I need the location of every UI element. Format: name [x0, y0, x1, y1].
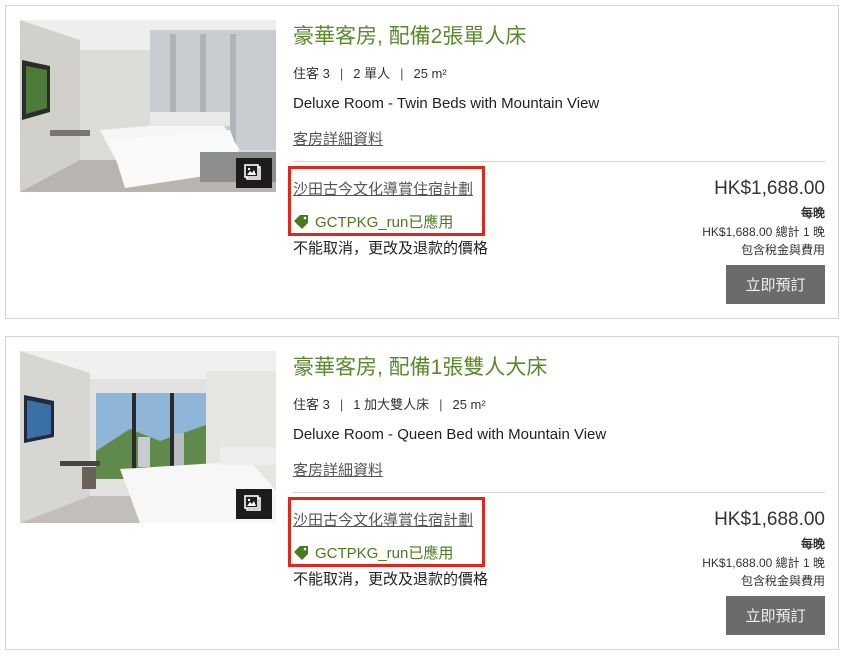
- book-now-button[interactable]: 立即預訂: [726, 265, 825, 304]
- spec-separator: |: [339, 66, 344, 81]
- tag-icon: [294, 545, 308, 560]
- promo-applied: GCTPKG_run已應用: [293, 542, 453, 563]
- rate-plan-link[interactable]: 沙田古今文化導賞住宿計劃: [293, 178, 473, 199]
- room-info: 豪華客房, 配備1張雙人大床 住客 3 | 1 加大雙人床 | 25 m² Deluxe…: [288, 337, 825, 649]
- cancellation-note: 不能取消，更改及退款的價格: [293, 571, 489, 588]
- gallery-button[interactable]: [236, 158, 272, 188]
- room-info: 豪華客房, 配備2張單人床 住客 3 | 2 單人 | 25 m² Deluxe Roo…: [288, 6, 825, 318]
- room-specs: 住客 3 | 1 加大雙人床 | 25 m²: [293, 394, 486, 413]
- price-amount: HK$1,688.00: [714, 178, 825, 199]
- tax-note: 包含稅金與費用: [740, 243, 825, 257]
- price-amount: HK$1,688.00: [714, 509, 825, 530]
- room-details-link[interactable]: 客房詳細資料: [293, 128, 383, 149]
- room-specs: 住客 3 | 2 單人 | 25 m²: [293, 63, 447, 82]
- room-size: 25 m²: [413, 66, 447, 81]
- spec-separator: |: [439, 397, 443, 412]
- tax-note: 包含稅金與費用: [740, 574, 825, 588]
- rate-plan-link[interactable]: 沙田古今文化導賞住宿計劃: [293, 509, 473, 530]
- guest-count: 住客 3: [293, 397, 330, 412]
- room-details-link[interactable]: 客房詳細資料: [293, 459, 383, 480]
- guest-count: 住客 3: [293, 66, 330, 81]
- room-size: 25 m²: [452, 397, 486, 412]
- room-card-queen: 豪華客房, 配備1張雙人大床 住客 3 | 1 加大雙人床 | 25 m² Deluxe…: [5, 336, 839, 650]
- price-block: HK$1,688.00 每晚 HK$1,688.00 總計 1 晚 包含稅金與費…: [702, 178, 825, 258]
- per-night-label: 每晚: [800, 206, 825, 220]
- room-card-twin: 豪華客房, 配備2張單人床 住客 3 | 2 單人 | 25 m² Deluxe Roo…: [5, 5, 839, 319]
- gallery-icon: [244, 495, 261, 511]
- cancellation-note: 不能取消，更改及退款的價格: [293, 240, 489, 257]
- promo-code-label: GCTPKG_run已應用: [315, 545, 454, 562]
- divider: [293, 161, 825, 162]
- room-name-english: Deluxe Room - Twin Beds with Mountain Vi…: [293, 95, 600, 112]
- spec-separator: |: [400, 66, 404, 81]
- bed-type: 1 加大雙人床: [353, 397, 430, 412]
- room-title: 豪華客房, 配備1張雙人大床: [293, 356, 548, 379]
- promo-applied: GCTPKG_run已應用: [293, 211, 453, 232]
- book-now-button[interactable]: 立即預訂: [726, 596, 825, 635]
- per-night-label: 每晚: [800, 537, 825, 551]
- promo-code-label: GCTPKG_run已應用: [315, 214, 454, 231]
- room-photo-twin[interactable]: [20, 20, 276, 192]
- gallery-icon: [244, 164, 261, 180]
- price-block: HK$1,688.00 每晚 HK$1,688.00 總計 1 晚 包含稅金與費…: [702, 509, 825, 589]
- total-price: HK$1,688.00 總計 1 晚: [702, 556, 825, 570]
- divider: [293, 492, 825, 493]
- total-price: HK$1,688.00 總計 1 晚: [702, 225, 825, 239]
- spec-separator: |: [339, 397, 344, 412]
- bed-type: 2 單人: [353, 66, 391, 81]
- room-name-english: Deluxe Room - Queen Bed with Mountain Vi…: [293, 426, 607, 443]
- room-title: 豪華客房, 配備2張單人床: [293, 25, 527, 48]
- room-photo-queen[interactable]: [20, 351, 276, 523]
- gallery-button[interactable]: [236, 489, 272, 519]
- tag-icon: [294, 214, 308, 229]
